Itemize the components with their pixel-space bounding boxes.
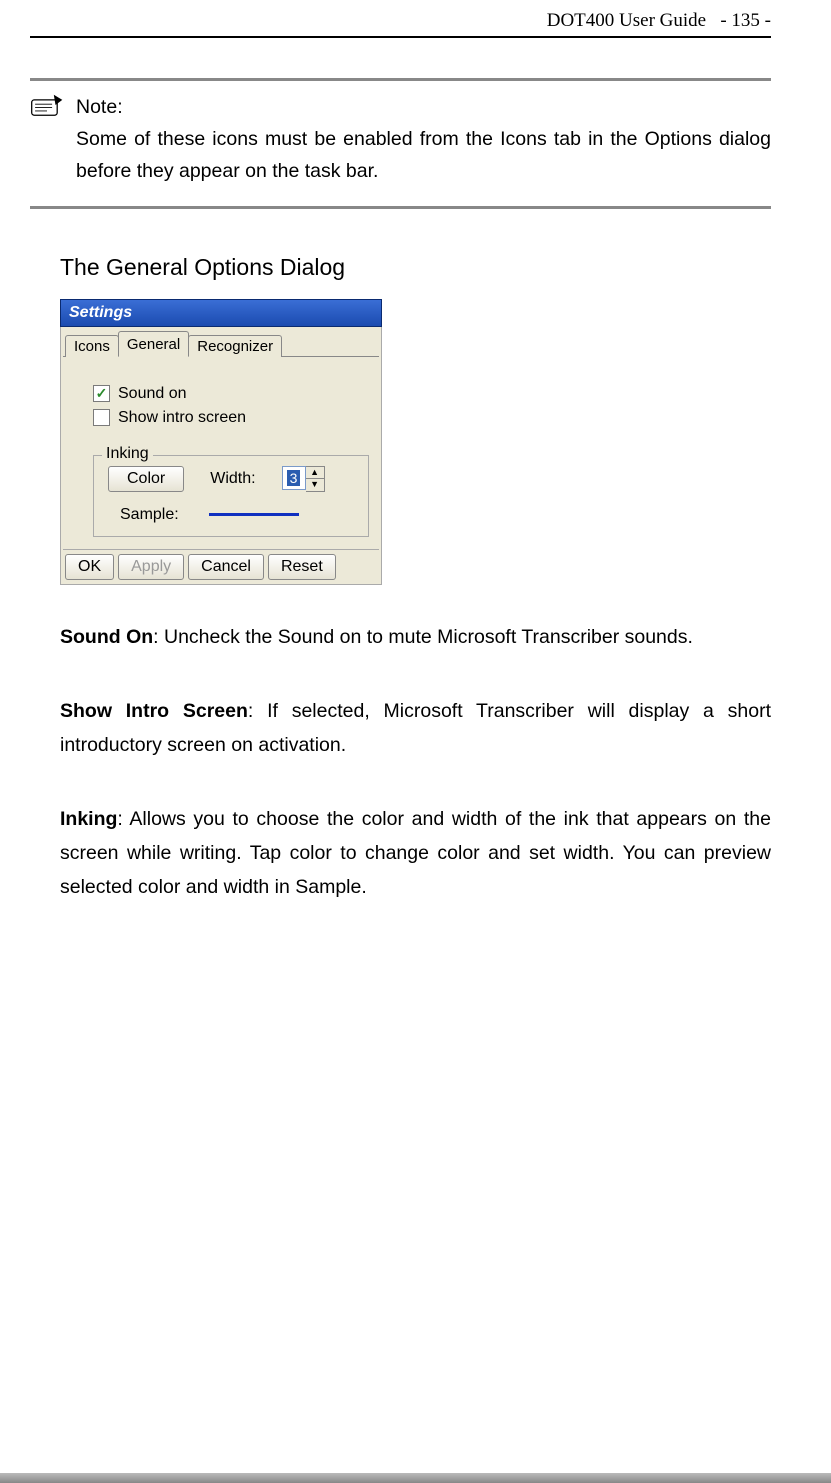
sound-on-label: Sound on [118,385,187,403]
page-number: - 135 - [720,10,771,31]
dialog-title: Settings [60,299,382,327]
desc-show-intro: Show Intro Screen: If selected, Microsof… [60,694,771,762]
desc-inking-body: : Allows you to choose the color and wid… [60,808,771,898]
reset-button[interactable]: Reset [268,554,336,580]
desc-inking-term: Inking [60,808,117,830]
sound-on-checkbox[interactable]: ✓ [93,385,110,402]
note-icon [30,91,64,188]
desc-show-intro-term: Show Intro Screen [60,700,248,722]
note-block: Note: Some of these icons must be enable… [30,78,771,209]
width-up[interactable]: ▲ [306,467,324,479]
width-down[interactable]: ▼ [306,479,324,491]
tab-recognizer[interactable]: Recognizer [188,335,282,357]
ok-button[interactable]: OK [65,554,114,580]
page-header: DOT400 User Guide - 135 - [30,10,771,32]
section-heading: The General Options Dialog [60,254,771,281]
desc-sound-on-term: Sound On [60,626,153,648]
inking-group: Inking Color Width: 3 ▲ ▼ Sam [93,455,369,537]
guide-title: DOT400 User Guide [547,10,706,31]
settings-dialog: Settings Icons General Recognizer ✓ Soun… [60,299,382,585]
footer-bar [0,1473,831,1483]
cancel-button[interactable]: Cancel [188,554,264,580]
desc-sound-on: Sound On: Uncheck the Sound on to mute M… [60,620,771,654]
color-button[interactable]: Color [108,466,184,492]
sample-label: Sample: [120,506,179,524]
show-intro-checkbox[interactable] [93,409,110,426]
desc-sound-on-body: : Uncheck the Sound on to mute Microsoft… [153,626,693,648]
note-body: Some of these icons must be enabled from… [76,123,771,187]
width-input[interactable]: 3 [282,466,306,490]
note-label: Note: [76,91,771,123]
tab-general[interactable]: General [118,331,189,357]
inking-legend: Inking [102,445,153,463]
width-label: Width: [210,470,255,488]
sample-preview [209,513,299,516]
header-rule [30,36,771,38]
apply-button[interactable]: Apply [118,554,184,580]
tab-icons[interactable]: Icons [65,335,119,357]
show-intro-label: Show intro screen [118,409,246,427]
desc-inking: Inking: Allows you to choose the color a… [60,802,771,904]
